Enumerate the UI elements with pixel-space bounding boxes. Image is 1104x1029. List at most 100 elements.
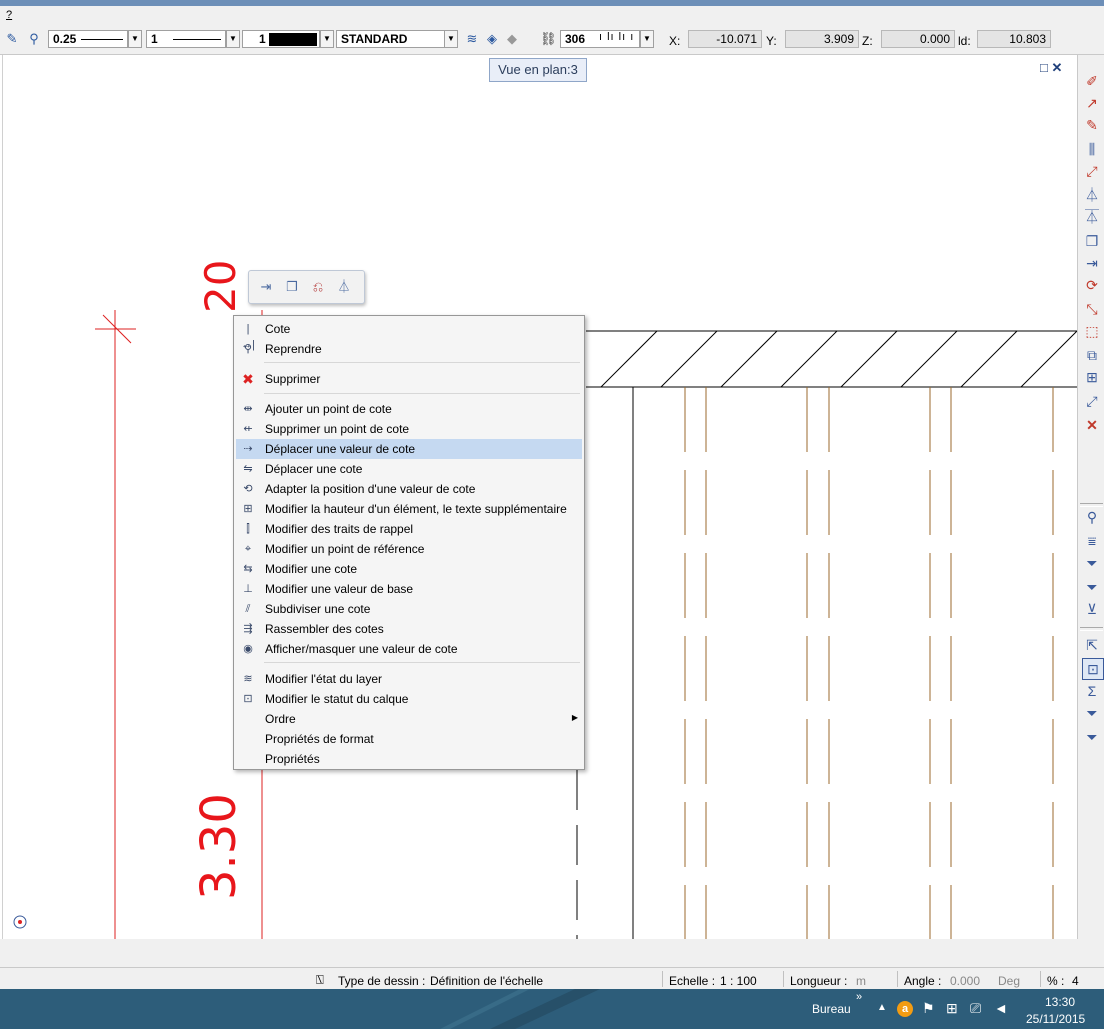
layer-grey-icon[interactable]: ◆ [504, 31, 520, 47]
funnel-icon-1[interactable]: ⏷ [1082, 703, 1102, 723]
line-type-field[interactable]: 1 [146, 30, 226, 48]
filter-layer-icon[interactable]: ⩸ [1082, 531, 1102, 551]
activate-icon[interactable]: ⊡ [1082, 658, 1104, 680]
filter-icon-3[interactable]: ⊻ [1082, 599, 1102, 619]
funnel-icon-2[interactable]: ⏷ [1082, 727, 1102, 747]
menu-item[interactable]: ⇶ Rassembler des cotes [236, 619, 582, 639]
eraser-icon[interactable]: ✐ [1082, 71, 1102, 91]
copy-icon[interactable]: ❐ [1082, 231, 1102, 251]
duplicate-icon[interactable]: ⧉ [1082, 345, 1102, 365]
stretch-icon[interactable]: ⬚ [1082, 321, 1102, 341]
menu-item[interactable]: |↔| Cote [236, 319, 582, 351]
show-hidden-icons[interactable]: ▲ [877, 1002, 887, 1013]
mini-toolbar: ⇥ ❐ ⎌ ⏃ [248, 270, 365, 304]
modify-dim-icon[interactable]: ⎌ [309, 278, 327, 296]
maximize-icon[interactable]: □ [1040, 60, 1048, 75]
flag-icon[interactable]: ⚑ [922, 1000, 935, 1017]
layer-value: STANDARD [341, 32, 408, 46]
level-field[interactable]: 306 ı lı lı ı [560, 30, 640, 48]
clock-date[interactable]: 25/11/2015 [1026, 1012, 1085, 1026]
help-menu[interactable]: ? [6, 9, 12, 21]
menu-item[interactable]: ⌖ Modifier un point de référence [236, 539, 582, 559]
window-controls: □ ✕ [1040, 60, 1072, 76]
mirror-copy-icon[interactable]: ⏃ [1082, 185, 1102, 205]
menu-item[interactable]: ⇷ Supprimer un point de cote [236, 419, 582, 439]
menu-item[interactable]: Propriétés [236, 749, 582, 769]
right-toolbar: ✐ ↗ ✎ ⫼ ⤢ ⏃ ⏄ ❐ ⇥ ⟳ ⤡ ⬚ ⧉ ⊞ ⤢ ✕ ⚲ ⩸ ⏷ ⏷ … [1077, 55, 1104, 939]
color-field[interactable]: 1 [242, 30, 320, 48]
edit-icon[interactable]: ✎ [1082, 115, 1102, 135]
move-dimension-icon: ⇋ [243, 463, 253, 475]
menu-item[interactable]: ⇹ Ajouter un point de cote [236, 399, 582, 419]
distance-value[interactable]: 10.803 [977, 30, 1051, 48]
network-icon[interactable]: ⎚ [970, 1000, 981, 1017]
menu-item[interactable]: ⟲ Adapter la position d'une valeur de cot… [236, 479, 582, 499]
layer-dropdown[interactable]: ▼ [444, 30, 458, 48]
x-coordinate[interactable]: -10.071 [688, 30, 762, 48]
scale-icon[interactable]: ⤡ [1082, 299, 1102, 319]
menu-item[interactable]: ⫽ Subdiviser une cote [236, 599, 582, 619]
menu-item[interactable]: Propriétés de format [236, 729, 582, 749]
taskbar-chevron[interactable]: » [856, 991, 862, 1003]
sum-icon[interactable]: Σ [1082, 681, 1102, 701]
menu-item[interactable]: ⇢ Déplacer une valeur de cote [236, 439, 582, 459]
menu-item[interactable]: ⇆ Modifier une cote [236, 559, 582, 579]
close-icon[interactable]: ✕ [1051, 60, 1062, 75]
length-label: Longueur : [790, 974, 848, 988]
menu-item[interactable]: ⊥ Modifier une valeur de base [236, 579, 582, 599]
pick-icon[interactable]: ↗ [1082, 93, 1102, 113]
menu-item[interactable]: ⇋ Déplacer une cote [236, 459, 582, 479]
show-hide-icon: ◉ [243, 643, 253, 655]
menu-item[interactable]: Ordre ▶ [236, 709, 582, 729]
resize-icon[interactable]: ⤢ [1082, 391, 1102, 411]
chain-icon[interactable]: ⛓ [540, 31, 557, 47]
pen-thickness-field[interactable]: 0.25 [48, 30, 128, 48]
layer-stack-icon[interactable]: ◈ [484, 31, 500, 47]
scale-value[interactable]: 1 : 100 [720, 974, 757, 988]
layers-icon[interactable]: ≋ [464, 31, 480, 47]
level-dropdown[interactable]: ▼ [640, 30, 654, 48]
menu-item[interactable]: ⚲ Reprendre [236, 339, 582, 359]
color-dropdown[interactable]: ▼ [320, 30, 334, 48]
windows-icon[interactable]: ⊞ [946, 1000, 958, 1017]
menu-item[interactable]: ⊞ Modifier la hauteur d'un élément, le te… [236, 499, 582, 519]
menu-item-label: Adapter la position d'une valeur de cote [265, 482, 476, 496]
drawing-type-value[interactable]: Définition de l'échelle [430, 974, 543, 988]
filter-icon-2[interactable]: ⏷ [1082, 577, 1102, 597]
pen-thickness-dropdown[interactable]: ▼ [128, 30, 142, 48]
y-coordinate[interactable]: 3.909 [785, 30, 859, 48]
menu-item[interactable]: ✖ Supprimer [236, 369, 582, 389]
split-icon[interactable]: ⫼ [1082, 139, 1102, 159]
delete-icon[interactable]: ✕ [1082, 415, 1102, 435]
z-coordinate[interactable]: 0.000 [881, 30, 955, 48]
brown-dashed-lines [684, 387, 1054, 939]
menu-item[interactable]: ⊡ Modifier le statut du calque [236, 689, 582, 709]
mirror-icon[interactable]: ⏃ [335, 278, 353, 296]
line-type-dropdown[interactable]: ▼ [226, 30, 240, 48]
pencil-icon[interactable]: ✎ [4, 31, 20, 47]
layer-field[interactable]: STANDARD [336, 30, 446, 48]
menu-item[interactable]: ≋ Modifier l'état du layer [236, 669, 582, 689]
filter-icon-1[interactable]: ⏷ [1082, 553, 1102, 573]
rotate-icon[interactable]: ⟳ [1082, 275, 1102, 295]
taskbar-wallpaper [440, 989, 600, 1029]
eyedropper-icon-2[interactable]: ⚲ [1082, 507, 1102, 527]
angle-value: 0.000 [950, 974, 981, 988]
move-icon[interactable]: ⇥ [1082, 253, 1102, 273]
avast-icon[interactable]: a [897, 1001, 913, 1017]
mirror-icon-2[interactable]: ⏄ [1082, 207, 1102, 227]
volume-icon[interactable]: ◄ [994, 1000, 1008, 1016]
layer-state-icon: ≋ [243, 673, 253, 685]
clock-time[interactable]: 13:30 [1045, 995, 1075, 1009]
menu-item-label: Modifier le statut du calque [265, 692, 409, 706]
dim-point-icon[interactable]: ⇥ [257, 278, 275, 296]
group-icon[interactable]: ⊞ [1082, 367, 1102, 387]
trim-icon[interactable]: ⤢ [1082, 161, 1102, 181]
desktop-toolbar-label[interactable]: Bureau [812, 1002, 851, 1016]
copy-dim-icon[interactable]: ❐ [283, 278, 301, 296]
menu-item[interactable]: ⫿ Modifier des traits de rappel [236, 519, 582, 539]
menu-item[interactable]: ◉ Afficher/masquer une valeur de cote [236, 639, 582, 659]
select-icon[interactable]: ⇱ [1082, 635, 1102, 655]
eyedropper-icon[interactable]: ⚲ [26, 31, 42, 47]
menu-item-label: Propriétés de format [265, 732, 374, 746]
